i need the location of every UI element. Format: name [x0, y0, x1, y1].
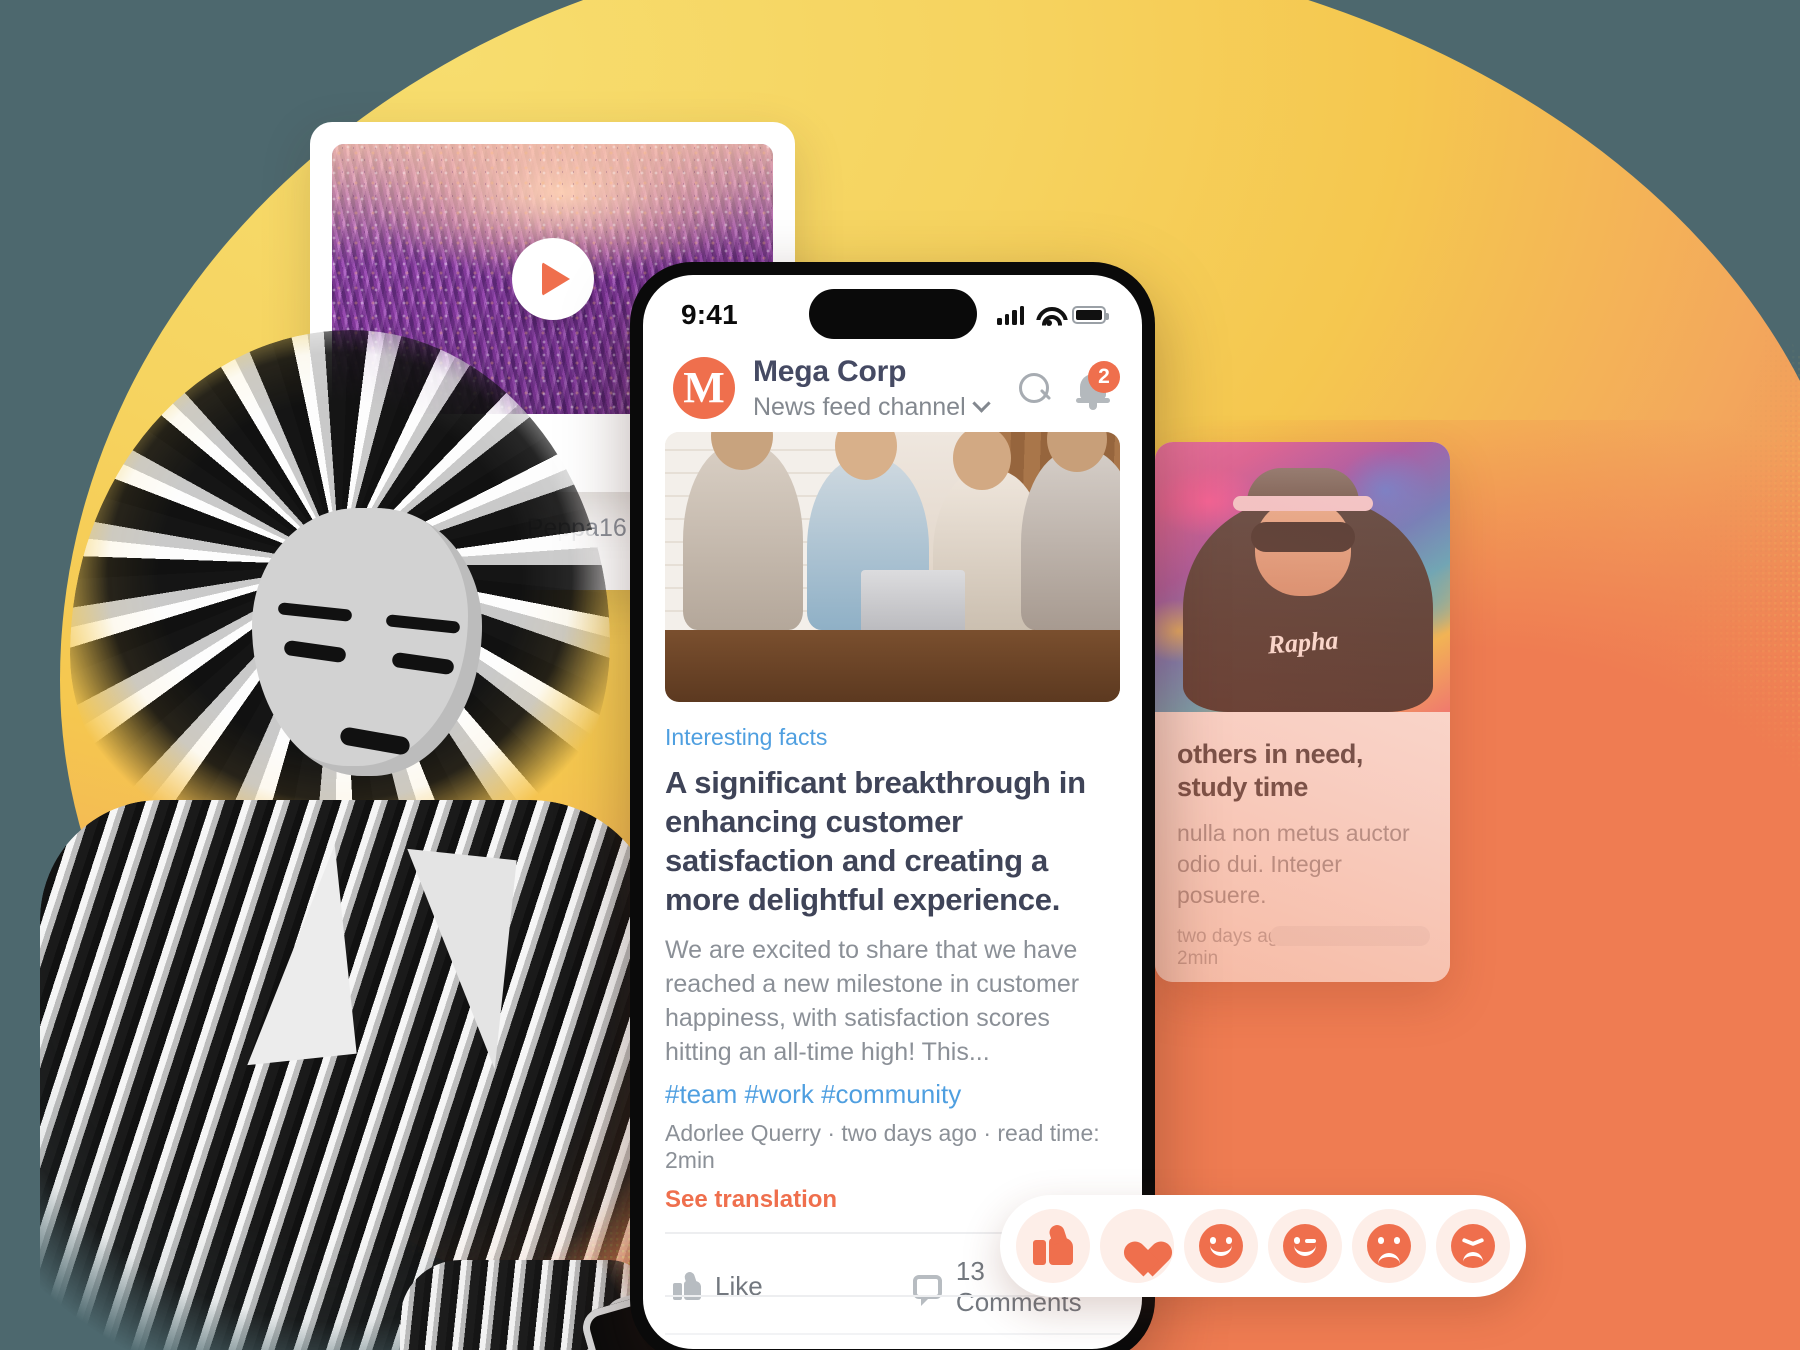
brand-text: Mega Corp News feed channel: [753, 355, 1001, 422]
cyclist-sunglasses: [1250, 522, 1355, 552]
like-label: Like: [715, 1271, 763, 1302]
right-card-title: others in need, study time: [1177, 739, 1364, 802]
search-icon[interactable]: [1019, 372, 1050, 404]
wifi-icon: [1036, 306, 1060, 326]
play-triangle: [542, 262, 570, 296]
cyclist-shirt-logo: Rapha: [1266, 625, 1339, 660]
right-article-card[interactable]: Rapha others in need, study time nulla n…: [1155, 442, 1450, 982]
right-card-placeholder-bar: [1270, 926, 1430, 946]
reaction-smile[interactable]: [1184, 1209, 1258, 1283]
play-icon[interactable]: [511, 238, 594, 320]
reaction-angry[interactable]: [1436, 1209, 1510, 1283]
app-header: M Mega Corp News feed channel 2: [643, 339, 1142, 432]
status-icons: [997, 305, 1109, 326]
woman-collar-right: [385, 848, 517, 1070]
divider: [665, 1333, 1120, 1335]
post-person-1: [683, 443, 803, 630]
dynamic-island: [808, 289, 977, 339]
like-button[interactable]: Like: [673, 1271, 763, 1302]
reaction-love[interactable]: [1100, 1209, 1174, 1283]
chevron-down-icon: [971, 394, 991, 413]
smile-face-icon: [1199, 1224, 1243, 1268]
phone-screen: 9:41 M Mega Corp News feed channel 2 Int…: [643, 275, 1142, 1349]
reaction-wink[interactable]: [1268, 1209, 1342, 1283]
thumbs-up-icon: [1033, 1227, 1073, 1265]
post-laptop: [861, 569, 965, 634]
battery-full-icon: [1072, 306, 1109, 324]
heart-icon: [1116, 1227, 1158, 1265]
reaction-bar: [1000, 1195, 1526, 1297]
post-person-4: [1021, 449, 1120, 630]
sad-face-icon: [1367, 1224, 1411, 1268]
status-badge: 2: [1088, 361, 1120, 394]
right-card-photo: Rapha: [1155, 442, 1450, 712]
status-time: 9:41: [681, 299, 738, 330]
woman-halftone-illustration: [40, 330, 782, 1350]
reaction-sad[interactable]: [1352, 1209, 1426, 1283]
post-body: We are excited to share that we have rea…: [665, 935, 1080, 1066]
post-card: Interesting facts A significant breakthr…: [643, 431, 1142, 1335]
signal-bars-icon: [997, 305, 1024, 325]
channel-label: News feed channel: [753, 392, 966, 421]
post-category[interactable]: Interesting facts: [665, 724, 1120, 751]
post-table: [665, 629, 1120, 702]
reaction-like[interactable]: [1016, 1209, 1090, 1283]
cyclist-cap: [1232, 468, 1373, 511]
page-title: Mega Corp: [753, 355, 907, 388]
post-title: A significant breakthrough in enhancing …: [665, 764, 1086, 917]
brand-logo[interactable]: M: [673, 357, 735, 420]
post-tags[interactable]: #team #work #community: [665, 1079, 1120, 1110]
phone-mockup: 9:41 M Mega Corp News feed channel 2 Int…: [630, 262, 1155, 1350]
right-card-body-text: nulla non metus auctor odio dui. Integer…: [1177, 819, 1410, 908]
post-meta: Adorlee Querry · two days ago · read tim…: [665, 1119, 1100, 1173]
channel-selector[interactable]: News feed channel: [753, 392, 1001, 422]
notifications-button[interactable]: 2: [1076, 361, 1120, 411]
post-image[interactable]: [665, 431, 1120, 702]
wink-face-icon: [1283, 1224, 1327, 1268]
woman-collar-left: [225, 844, 357, 1066]
header-actions: 2: [1019, 361, 1120, 411]
angry-face-icon: [1451, 1224, 1495, 1268]
